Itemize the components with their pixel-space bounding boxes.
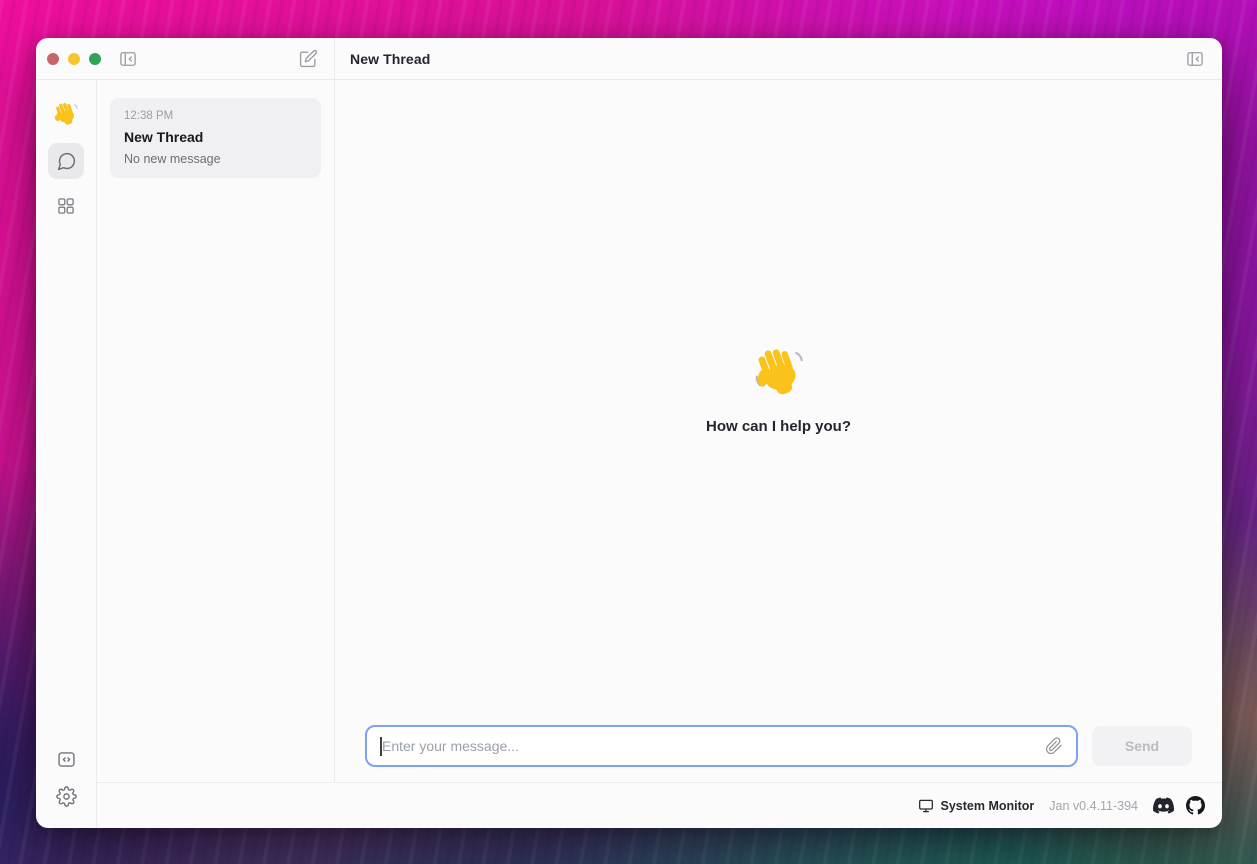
collapse-left-panel-icon	[118, 49, 138, 69]
social-links	[1153, 795, 1205, 816]
wave-hand-logo-icon	[52, 100, 80, 128]
message-input-wrap	[365, 725, 1078, 767]
greeting-text: How can I help you?	[706, 418, 851, 435]
system-monitor-button[interactable]: System Monitor	[918, 798, 1035, 814]
new-thread-button[interactable]	[296, 47, 320, 71]
hub-nav-button[interactable]	[48, 188, 84, 224]
monitor-icon	[918, 798, 934, 814]
thread-list-panel: 12:38 PM New Thread No new message	[97, 80, 335, 782]
app-version: Jan v0.4.11-394	[1049, 799, 1138, 813]
rail-bottom-zone	[54, 747, 78, 808]
new-thread-icon	[299, 49, 318, 68]
zoom-window-button[interactable]	[89, 53, 101, 65]
thread-subtitle: No new message	[124, 152, 307, 166]
empty-state: How can I help you?	[335, 80, 1222, 725]
status-bar: System Monitor Jan v0.4.11-394	[97, 782, 1222, 828]
traffic-lights	[47, 53, 101, 65]
hub-grid-icon	[56, 196, 76, 216]
activity-rail	[36, 80, 97, 828]
local-api-server-button[interactable]	[54, 747, 78, 771]
composer: Send	[335, 725, 1222, 782]
titlebar-left-zone	[36, 38, 335, 79]
text-caret	[380, 737, 382, 756]
collapse-left-panel-button[interactable]	[116, 47, 140, 71]
local-api-server-icon	[56, 749, 77, 770]
github-icon	[1186, 796, 1205, 815]
threads-nav-button[interactable]	[48, 143, 84, 179]
chat-threads-icon	[56, 151, 77, 172]
thread-time: 12:38 PM	[124, 110, 307, 122]
thread-title: New Thread	[124, 129, 307, 145]
right-column: 12:38 PM New Thread No new message How c…	[97, 80, 1222, 828]
titlebar: New Thread	[36, 38, 1222, 80]
titlebar-main-zone: New Thread	[335, 38, 1222, 79]
system-monitor-label: System Monitor	[941, 799, 1035, 813]
settings-button[interactable]	[54, 784, 78, 808]
minimize-window-button[interactable]	[68, 53, 80, 65]
wave-hand-emoji	[750, 343, 808, 401]
attach-file-button[interactable]	[1045, 737, 1063, 755]
discord-link[interactable]	[1153, 795, 1174, 816]
close-window-button[interactable]	[47, 53, 59, 65]
panels-row: 12:38 PM New Thread No new message How c…	[97, 80, 1222, 782]
discord-icon	[1153, 795, 1174, 816]
send-button[interactable]: Send	[1092, 726, 1192, 766]
page-title: New Thread	[350, 51, 430, 67]
app-body: 12:38 PM New Thread No new message How c…	[36, 80, 1222, 828]
chat-main: How can I help you? Send	[335, 80, 1222, 782]
settings-gear-icon	[56, 786, 77, 807]
jan-app-window: New Thread	[36, 38, 1222, 828]
github-link[interactable]	[1186, 796, 1205, 815]
paperclip-icon	[1045, 737, 1063, 755]
collapse-right-panel-icon	[1185, 49, 1205, 69]
thread-list-item[interactable]: 12:38 PM New Thread No new message	[110, 98, 321, 178]
collapse-right-panel-button[interactable]	[1183, 47, 1207, 71]
message-input[interactable]	[367, 738, 1076, 754]
